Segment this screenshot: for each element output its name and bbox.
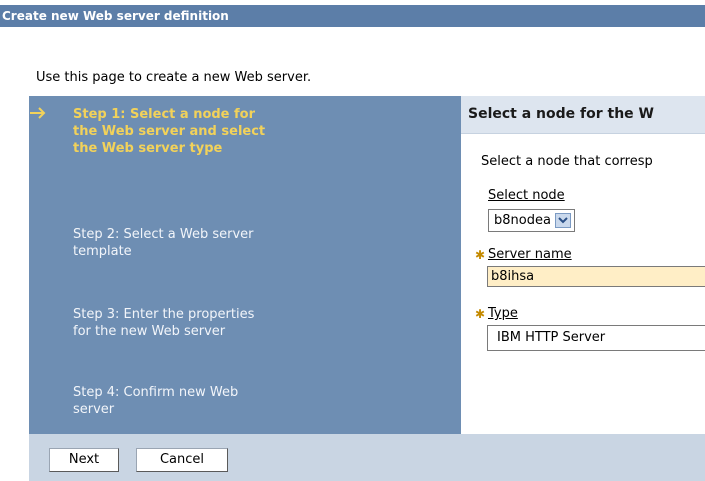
server-name-label: Server name [488,247,572,262]
intro-text: Use this page to create a new Web server… [36,70,312,85]
cancel-button[interactable]: Cancel [136,448,228,472]
window-title: Create new Web server definition [0,5,705,27]
next-button[interactable]: Next [49,448,119,472]
step-3: Step 3: Enter the properties for the new… [73,307,255,339]
step-2: Step 2: Select a Web server template [73,227,254,259]
content-panel: Select a node for the W Select a node th… [461,96,705,434]
type-label: Type [488,306,518,321]
select-node-label: Select node [488,188,565,203]
type-value: IBM HTTP Server [497,330,606,345]
wizard: Step 1: Select a node for the Web server… [29,96,705,434]
step-1: Step 1: Select a node for the Web server… [73,107,266,156]
select-node-value: b8nodea [494,213,551,228]
current-step-arrow-icon [30,107,46,119]
chevron-down-icon[interactable] [554,213,571,228]
select-node-dropdown[interactable]: b8nodea [488,209,575,232]
server-name-input[interactable] [487,266,705,287]
panel-description: Select a node that corresp [481,154,653,169]
step-4: Step 4: Confirm new Web server [73,385,239,417]
panel-header: Select a node for the W [461,96,705,134]
type-dropdown[interactable]: IBM HTTP Server [487,325,705,351]
required-icon: ✱ [475,307,486,321]
required-icon: ✱ [475,248,486,262]
button-bar: Next Cancel [29,434,705,481]
panel-title: Select a node for the W [468,106,654,122]
steps-panel: Step 1: Select a node for the Web server… [29,96,461,434]
